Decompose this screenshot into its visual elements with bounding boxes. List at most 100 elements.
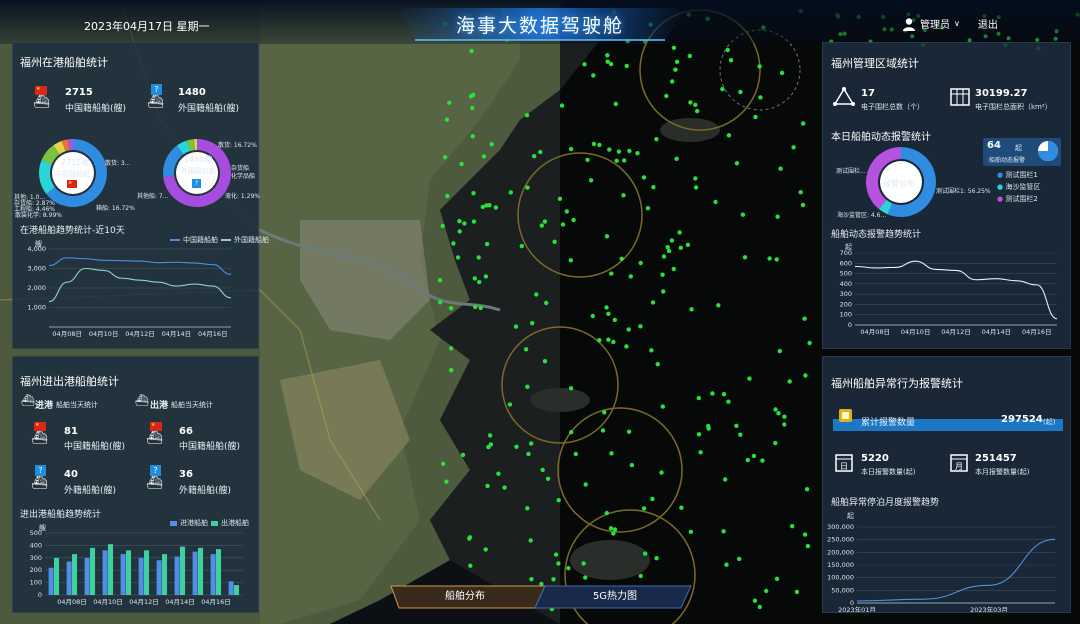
ship-marker[interactable] xyxy=(738,89,743,95)
ship-marker[interactable] xyxy=(641,506,647,511)
ship-marker[interactable] xyxy=(489,142,494,147)
ship-marker[interactable] xyxy=(650,300,656,305)
ship-marker[interactable] xyxy=(530,321,535,326)
ship-marker[interactable] xyxy=(451,241,456,246)
ship-marker[interactable] xyxy=(480,204,485,210)
ship-marker[interactable] xyxy=(800,202,806,208)
ship-marker[interactable] xyxy=(782,414,787,419)
ship-marker[interactable] xyxy=(643,551,648,556)
ship-marker[interactable] xyxy=(767,256,772,261)
ship-marker[interactable] xyxy=(650,496,655,502)
ship-marker[interactable] xyxy=(571,217,576,223)
ship-marker[interactable] xyxy=(764,588,769,594)
ship-marker[interactable] xyxy=(745,457,750,463)
ship-marker[interactable] xyxy=(798,190,803,195)
bar[interactable] xyxy=(84,557,90,595)
bar[interactable] xyxy=(210,554,216,595)
ship-marker[interactable] xyxy=(528,538,533,543)
ship-marker[interactable] xyxy=(468,563,473,568)
ship-marker[interactable] xyxy=(611,339,616,345)
ship-marker[interactable] xyxy=(787,379,792,384)
ship-marker[interactable] xyxy=(605,53,610,58)
ship-marker[interactable] xyxy=(689,307,694,312)
ship-marker[interactable] xyxy=(654,556,659,561)
ship-marker[interactable] xyxy=(645,206,651,211)
bar[interactable] xyxy=(102,550,108,595)
ship-marker[interactable] xyxy=(551,577,556,582)
ship-marker[interactable] xyxy=(447,100,452,105)
bar[interactable] xyxy=(138,557,144,595)
bar[interactable] xyxy=(174,556,180,595)
ship-marker[interactable] xyxy=(448,306,454,311)
ship-marker[interactable] xyxy=(600,428,606,433)
ship-marker[interactable] xyxy=(470,105,475,111)
ship-marker[interactable] xyxy=(542,219,548,224)
ship-marker[interactable] xyxy=(773,440,778,446)
ship-marker[interactable] xyxy=(487,203,492,208)
ship-marker[interactable] xyxy=(564,209,569,214)
ship-marker[interactable] xyxy=(621,193,626,198)
ship-marker[interactable] xyxy=(455,255,461,260)
bar[interactable] xyxy=(126,550,132,595)
ship-marker[interactable] xyxy=(559,103,565,108)
bar[interactable] xyxy=(156,560,162,595)
ship-marker[interactable] xyxy=(670,79,675,84)
ship-marker[interactable] xyxy=(462,221,467,226)
ship-marker[interactable] xyxy=(752,598,758,603)
ship-marker[interactable] xyxy=(566,566,571,571)
ship-marker[interactable] xyxy=(529,441,534,446)
bar[interactable] xyxy=(120,554,126,595)
bar[interactable] xyxy=(216,549,222,595)
ship-marker[interactable] xyxy=(525,384,530,389)
ship-marker[interactable] xyxy=(693,102,698,108)
ship-marker[interactable] xyxy=(468,94,474,99)
ship-marker[interactable] xyxy=(532,154,537,159)
ship-marker[interactable] xyxy=(666,248,672,254)
ship-marker[interactable] xyxy=(470,134,475,139)
ship-marker[interactable] xyxy=(612,527,618,532)
ship-marker[interactable] xyxy=(790,524,795,529)
ship-marker[interactable] xyxy=(671,45,677,50)
ship-marker[interactable] xyxy=(545,476,551,481)
ship-marker[interactable] xyxy=(638,573,643,579)
ship-marker[interactable] xyxy=(606,311,611,316)
ship-marker[interactable] xyxy=(802,532,808,537)
bar[interactable] xyxy=(162,554,168,595)
ship-marker[interactable] xyxy=(726,133,732,138)
ship-marker[interactable] xyxy=(716,303,721,308)
ship-marker[interactable] xyxy=(661,254,667,259)
ship-marker[interactable] xyxy=(805,543,811,549)
ship-marker[interactable] xyxy=(728,58,734,63)
ship-marker[interactable] xyxy=(629,462,635,468)
ship-marker[interactable] xyxy=(525,185,530,190)
ship-marker[interactable] xyxy=(757,64,762,69)
ship-marker[interactable] xyxy=(774,257,779,262)
ship-marker[interactable] xyxy=(779,70,785,76)
ship-marker[interactable] xyxy=(472,276,477,281)
ship-marker[interactable] xyxy=(659,470,664,475)
ship-marker[interactable] xyxy=(801,121,806,126)
ship-marker[interactable] xyxy=(720,86,725,92)
ship-marker[interactable] xyxy=(641,175,647,180)
ship-marker[interactable] xyxy=(608,526,614,531)
ship-marker[interactable] xyxy=(529,577,534,582)
ship-marker[interactable] xyxy=(437,300,443,305)
ship-marker[interactable] xyxy=(737,556,742,562)
ship-marker[interactable] xyxy=(802,316,807,321)
ship-marker[interactable] xyxy=(721,529,726,534)
ship-marker[interactable] xyxy=(597,338,602,343)
ship-marker[interactable] xyxy=(721,392,727,397)
ship-marker[interactable] xyxy=(760,458,765,463)
ship-marker[interactable] xyxy=(775,214,780,219)
ship-marker[interactable] xyxy=(590,313,595,319)
ship-marker[interactable] xyxy=(471,219,477,224)
ship-marker[interactable] xyxy=(514,444,519,449)
ship-marker[interactable] xyxy=(442,155,448,160)
ship-marker[interactable] xyxy=(649,348,654,353)
ship-marker[interactable] xyxy=(685,242,691,247)
bar[interactable] xyxy=(180,546,186,595)
ship-marker[interactable] xyxy=(441,461,446,466)
logout-link[interactable]: 退出 xyxy=(978,16,998,31)
ship-marker[interactable] xyxy=(803,373,808,378)
ship-marker[interactable] xyxy=(604,234,610,239)
